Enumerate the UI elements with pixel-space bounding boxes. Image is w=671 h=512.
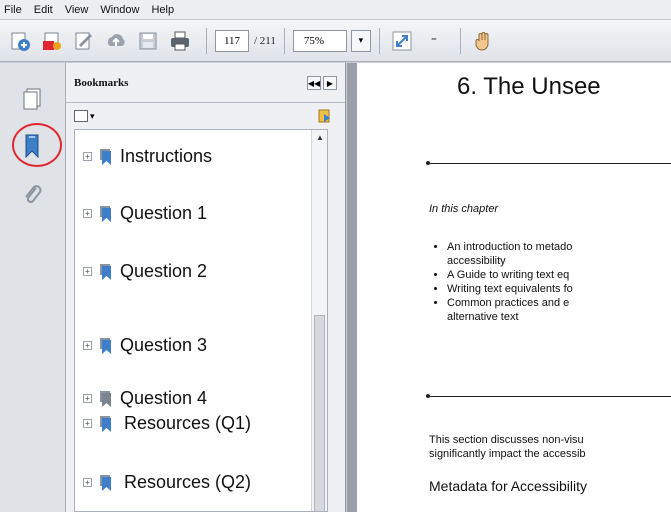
bookmark-icon <box>100 205 111 222</box>
chapter-label: In this chapter <box>429 203 499 215</box>
options-button[interactable]: ▾ <box>74 110 95 122</box>
page-number-input[interactable]: 117 <box>215 29 249 52</box>
body-line: This section discusses non-visu <box>429 434 584 446</box>
hand-icon[interactable] <box>469 27 497 55</box>
save-icon[interactable] <box>134 27 162 55</box>
list-item[interactable]: + Resources (Q1) <box>83 413 251 434</box>
expand-toggle[interactable]: + <box>83 478 92 487</box>
section-heading: Metadata for Accessibility <box>429 478 587 494</box>
create-icon[interactable] <box>6 27 34 55</box>
bookmark-icon <box>100 415 111 432</box>
panel-title: Bookmarks <box>74 76 129 89</box>
list-item[interactable]: + Question 2 <box>83 261 207 282</box>
bullet-item: Writing text equivalents fo <box>447 282 663 296</box>
expand-toggle[interactable]: + <box>83 394 92 403</box>
bookmark-icon <box>100 263 111 280</box>
body-line: significantly impact the accessib <box>429 448 586 460</box>
menu-bar: File Edit View Window Help <box>0 0 671 20</box>
pages-icon[interactable] <box>18 85 46 113</box>
divider <box>426 394 671 398</box>
list-item[interactable]: + Question 4 <box>83 388 207 409</box>
bookmark-icon <box>100 390 111 407</box>
bookmark-label: Question 1 <box>120 203 208 223</box>
list-item[interactable]: + Question 3 <box>83 335 207 356</box>
expand-toggle[interactable]: + <box>83 419 92 428</box>
menu-file[interactable]: File <box>4 4 22 16</box>
expand-panel-button[interactable]: ▶ <box>323 76 337 90</box>
menu-edit[interactable]: Edit <box>34 4 53 16</box>
bookmark-icon <box>100 474 111 491</box>
fullscreen-icon[interactable] <box>388 27 416 55</box>
zoom-dropdown-button[interactable]: ▾ <box>350 29 371 52</box>
expand-toggle[interactable]: + <box>83 152 92 161</box>
new-bookmark-icon[interactable] <box>317 108 333 129</box>
bookmark-label: Resources (Q2) <box>124 472 252 492</box>
bookmarks-panel: Bookmarks ◀◀ ▶ ▾ + Instructions + Questi… <box>66 63 346 512</box>
menu-help[interactable]: Help <box>151 4 174 16</box>
bookmark-icon <box>100 148 111 165</box>
body-paragraph: This section discusses non-visu signific… <box>429 433 671 461</box>
more-tools-button[interactable]: ⁼ <box>420 27 448 55</box>
toolbar: 117 / 211 75% ▾ ⁼ <box>0 20 671 62</box>
scroll-up-arrow[interactable]: ▲ <box>316 133 324 142</box>
bullet-continuation: alternative text <box>447 311 519 323</box>
bookmark-label: Question 4 <box>120 388 208 408</box>
options-arrow: ▾ <box>90 110 95 121</box>
menu-window[interactable]: Window <box>100 4 139 16</box>
options-icon <box>74 110 88 122</box>
convert-icon[interactable] <box>38 27 66 55</box>
bookmarks-list: + Instructions + Question 1 + Question 2… <box>74 129 328 512</box>
bookmarks-scrollbar[interactable]: ▲ <box>311 130 327 511</box>
bookmark-label: Question 2 <box>120 261 208 281</box>
highlight-circle <box>12 123 62 167</box>
toolbar-separator <box>378 27 380 54</box>
bookmark-label: Question 3 <box>120 335 208 355</box>
bookmark-label: Instructions <box>120 146 213 166</box>
bookmarks-toolbar: ▾ <box>66 103 345 129</box>
menu-view[interactable]: View <box>65 4 89 16</box>
print-icon[interactable] <box>166 27 194 55</box>
page-title: 6. The Unsee <box>457 73 601 100</box>
bookmark-label: Resources (Q1) <box>124 413 252 433</box>
toolbar-separator <box>283 27 285 54</box>
expand-toggle[interactable]: + <box>83 341 92 350</box>
divider <box>426 161 671 165</box>
list-item[interactable]: + Resources (Q2) <box>83 472 251 493</box>
bullet-continuation: accessibility <box>447 255 506 267</box>
expand-toggle[interactable]: + <box>83 209 92 218</box>
sign-icon[interactable] <box>70 27 98 55</box>
bullet-item: A Guide to writing text eq <box>447 268 663 282</box>
bookmark-icon <box>100 337 111 354</box>
cloud-icon[interactable] <box>102 27 130 55</box>
toolbar-separator <box>206 27 207 54</box>
bullet-item: An introduction to metado <box>447 240 663 254</box>
toolbar-separator <box>459 27 461 54</box>
list-item[interactable]: + Instructions <box>83 146 212 167</box>
paperclip-icon[interactable] <box>18 181 46 209</box>
bookmarks-header: Bookmarks ◀◀ ▶ <box>66 63 345 103</box>
scroll-thumb[interactable] <box>314 315 325 511</box>
page-total: / 211 <box>254 34 276 47</box>
list-item[interactable]: + Question 1 <box>83 203 207 224</box>
navigation-strip <box>0 63 66 512</box>
document-view: 6. The Unsee In this chapter An introduc… <box>347 63 671 512</box>
chapter-bullets: An introduction to metado accessibility … <box>433 240 663 324</box>
expand-toggle[interactable]: + <box>83 267 92 276</box>
bullet-item: Common practices and e <box>447 296 663 310</box>
collapse-panel-button[interactable]: ◀◀ <box>307 76 321 90</box>
zoom-input[interactable]: 75% <box>292 29 347 52</box>
